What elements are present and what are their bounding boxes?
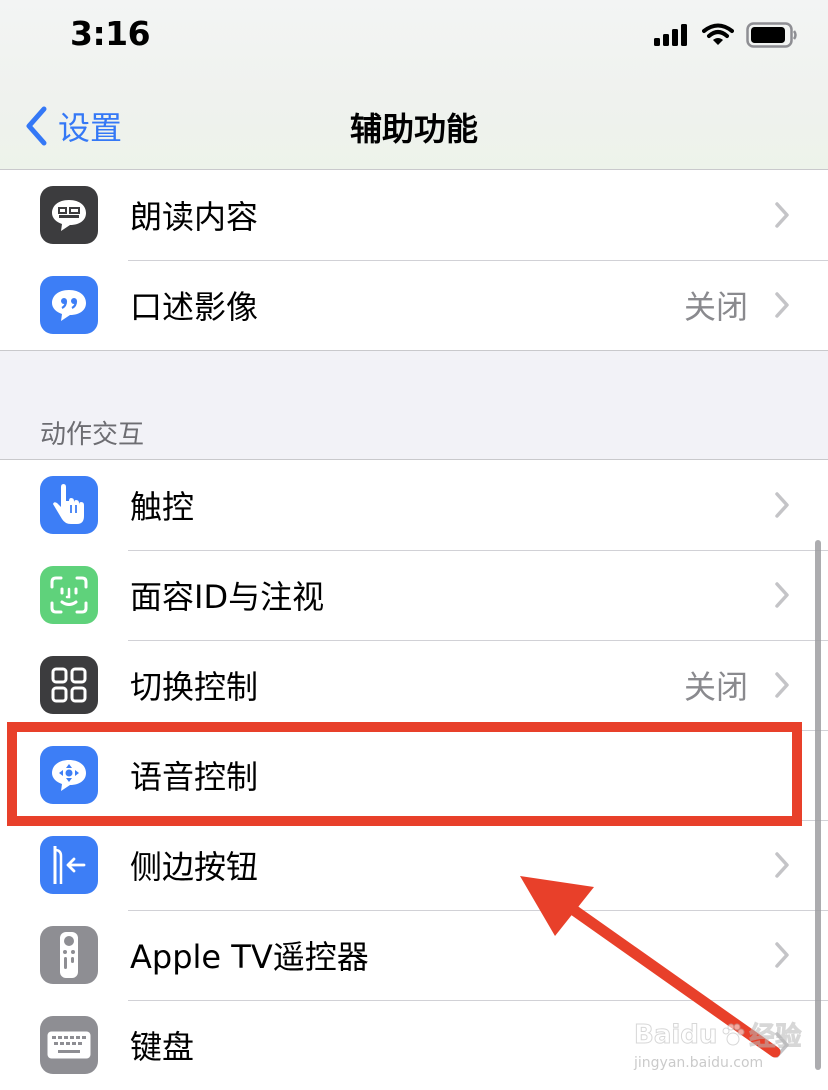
keyboard-icon — [47, 1031, 91, 1059]
speech-bubble-icon — [52, 200, 86, 231]
watermark-suffix: 经验 — [749, 1022, 802, 1053]
page-title: 辅助功能 — [349, 110, 478, 148]
chevron-right-icon — [775, 292, 789, 318]
row-touch[interactable]: 触控 — [0, 460, 828, 550]
row-label: 键盘 — [130, 1028, 195, 1066]
tile-switch-control — [40, 656, 98, 714]
paw-logo-icon — [722, 1023, 745, 1045]
row-label: 面容ID与注视 — [130, 578, 325, 616]
tile-face-id — [40, 566, 98, 624]
tile-audio-description — [40, 276, 98, 334]
tile-touch — [40, 476, 98, 534]
annotation-highlight-box — [7, 722, 802, 826]
watermark-url: jingyan.baidu.com — [634, 1055, 764, 1071]
row-side-button[interactable]: 侧边按钮 — [0, 820, 828, 910]
chevron-right-icon — [775, 582, 789, 608]
section-header-interaction: 动作交互 — [40, 420, 145, 450]
chevron-right-icon — [775, 492, 789, 518]
quote-bubble-icon — [52, 290, 86, 321]
tile-keyboard — [40, 1016, 98, 1074]
chevron-right-icon — [775, 202, 789, 228]
chevron-right-icon — [775, 672, 789, 698]
battery-icon — [746, 22, 797, 48]
grid-squares-icon — [51, 667, 87, 703]
status-time: 3:16 — [70, 14, 151, 53]
tile-apple-tv-remote — [40, 926, 98, 984]
status-icons — [654, 20, 798, 50]
row-apple-tv-remote[interactable]: Apple TV遥控器 — [0, 910, 828, 1000]
watermark: Baidu 经验 jingyan.baidu.com — [633, 1016, 824, 1086]
row-switch-control[interactable]: 切换控制 关闭 — [0, 640, 828, 730]
row-speak-content[interactable]: 朗读内容 — [0, 170, 828, 260]
cellular-signal-icon — [654, 24, 687, 46]
group-vision-extras: 朗读内容 口述影像 关闭 — [0, 169, 828, 351]
top-bar: 3:16 设置 辅助功能 — [0, 0, 828, 170]
row-label: 口述影像 — [130, 288, 259, 326]
tile-side-button — [40, 836, 98, 894]
tv-remote-icon — [60, 932, 78, 978]
row-value: 关闭 — [683, 668, 748, 706]
row-label: Apple TV遥控器 — [130, 938, 369, 976]
face-id-icon — [50, 576, 88, 614]
row-value: 关闭 — [683, 288, 748, 326]
chevron-right-icon — [775, 852, 789, 878]
tile-speak-content — [40, 186, 98, 244]
row-label: 切换控制 — [130, 668, 259, 706]
watermark-brand: Baidu — [633, 1019, 718, 1050]
row-face-id[interactable]: 面容ID与注视 — [0, 550, 828, 640]
wifi-icon — [702, 23, 734, 45]
chevron-right-icon — [775, 942, 789, 968]
hand-touch-icon — [53, 484, 84, 524]
row-audio-description[interactable]: 口述影像 关闭 — [0, 260, 828, 350]
row-label: 朗读内容 — [130, 198, 259, 236]
row-label: 触控 — [130, 488, 195, 526]
side-button-icon — [53, 846, 86, 884]
row-label: 侧边按钮 — [130, 848, 259, 886]
scroll-indicator[interactable] — [815, 540, 821, 1070]
